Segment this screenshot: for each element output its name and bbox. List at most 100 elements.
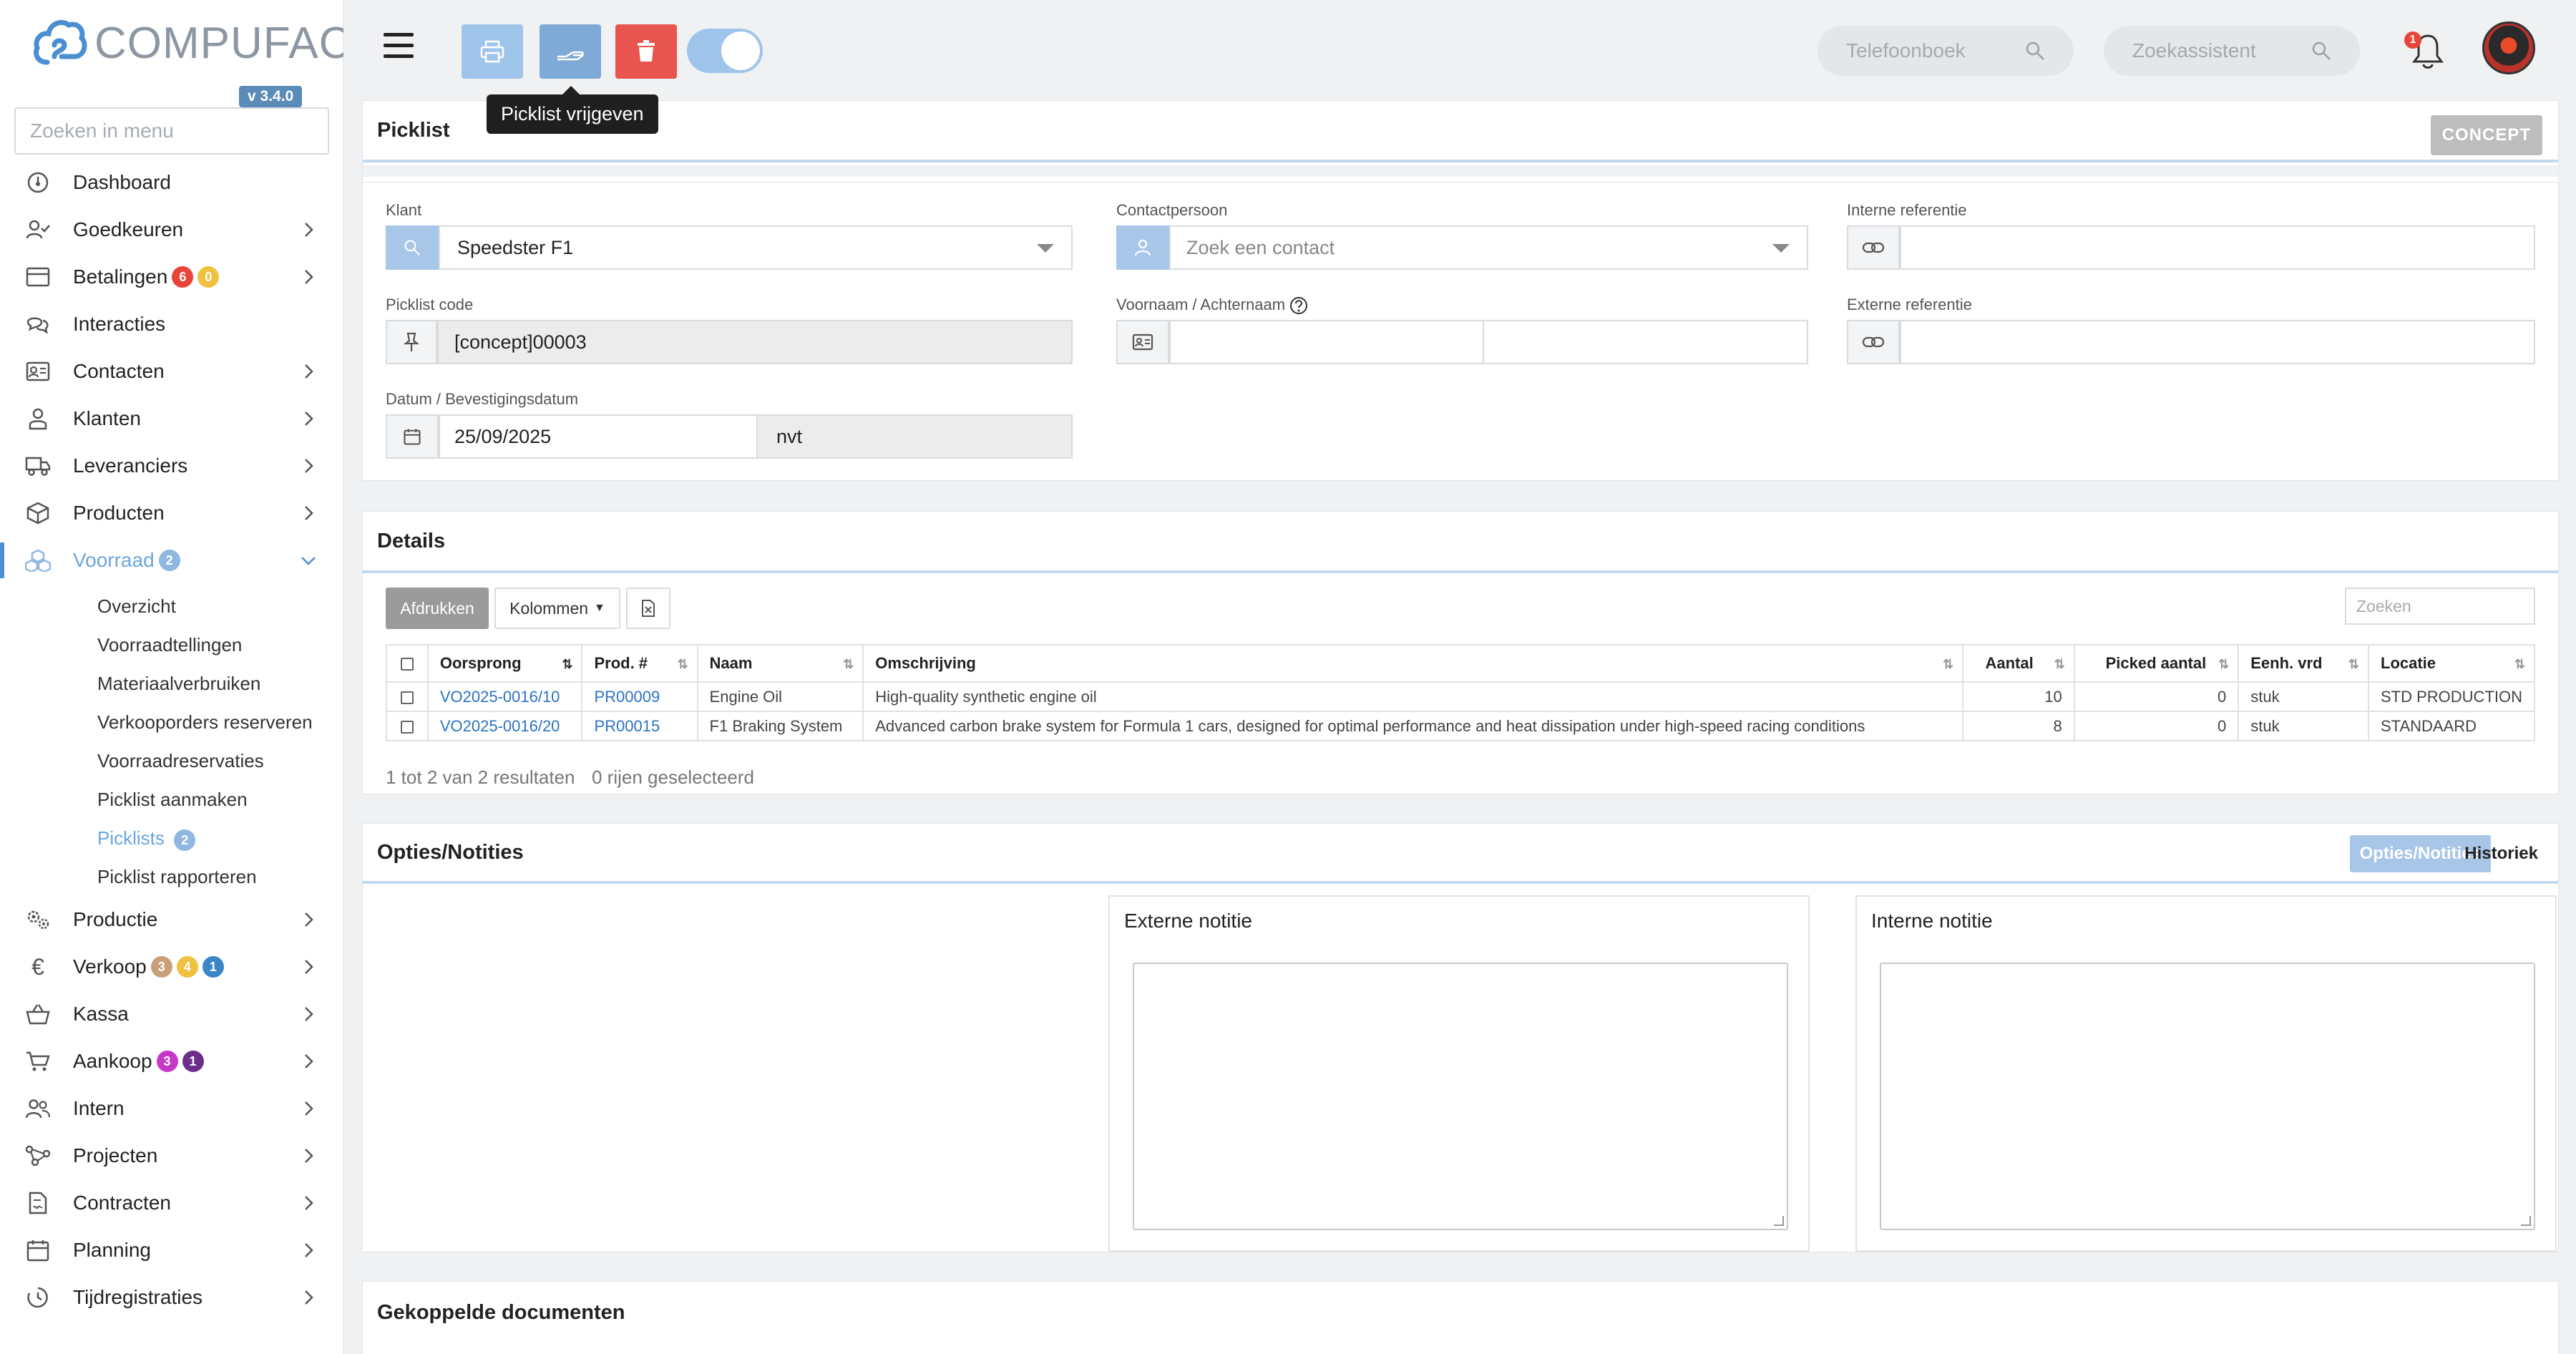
sidebar-item-kassa[interactable]: Kassa [0, 990, 343, 1038]
name-label: Voornaam / Achternaam [1116, 296, 1308, 315]
sidebar-item-projecten[interactable]: Projecten [0, 1132, 343, 1179]
sidebar-item-leveranciers[interactable]: Leveranciers [0, 442, 343, 490]
notification-badge: 1 [2404, 31, 2421, 49]
col-eenheid[interactable]: Eenh. vrd ⇅ [2238, 644, 2369, 683]
sidebar-item-dashboard[interactable]: Dashboard [0, 159, 343, 206]
sidebar-item-verkoop[interactable]: € Verkoop 3 4 1 [0, 943, 343, 990]
submenu-item-overzicht[interactable]: Overzicht [0, 587, 343, 625]
chevron-right-icon [305, 1196, 313, 1210]
contact-placeholder: Zoek een contact [1186, 236, 1335, 258]
picked-cell: 0 [2073, 711, 2240, 741]
date-value: 25/09/2025 [454, 425, 552, 447]
avatar[interactable] [2482, 21, 2535, 74]
row-checkbox[interactable] [400, 720, 414, 734]
chevron-right-icon [305, 411, 313, 426]
prod-link[interactable]: PR00015 [594, 717, 660, 735]
caret-down-icon: ▼ [594, 602, 605, 614]
columns-button[interactable]: Kolommen ▼ [494, 588, 620, 629]
submenu-item-materiaalverbruiken[interactable]: Materiaalverbruiken [0, 664, 343, 703]
col-picked[interactable]: Picked aantal ⇅ [2073, 644, 2240, 683]
mode-toggle[interactable] [687, 29, 763, 73]
col-locatie[interactable]: Locatie ⇅ [2368, 644, 2535, 683]
cart-icon [24, 1048, 52, 1075]
sidebar-item-interacties[interactable]: Interacties [0, 301, 343, 348]
date-input[interactable]: 25/09/2025 [439, 414, 758, 459]
calendar-icon [24, 1237, 52, 1264]
clock-icon [24, 1284, 52, 1311]
print-table-button[interactable]: Afdrukken [386, 588, 489, 629]
sidebar-item-producten[interactable]: Producten [0, 490, 343, 537]
prod-link[interactable]: PR00009 [594, 688, 660, 706]
menu-search-input[interactable] [14, 107, 329, 155]
internal-note-textarea[interactable] [1880, 963, 2535, 1230]
project-icon [24, 1142, 52, 1169]
sidebar-item-voorraad[interactable]: Voorraad 2 [0, 537, 343, 584]
origin-link[interactable]: VO2025-0016/20 [440, 717, 560, 735]
submenu-item-picklist-aanmaken[interactable]: Picklist aanmaken [0, 780, 343, 819]
contact-select[interactable]: Zoek een contact [1169, 225, 1808, 270]
hamburger-menu-icon[interactable] [384, 33, 414, 62]
col-label: Prod. # [594, 654, 648, 672]
first-name-input[interactable] [1169, 320, 1484, 364]
col-aantal[interactable]: Aantal ⇅ [1962, 644, 2075, 683]
row-select-cell [386, 681, 429, 712]
resize-handle[interactable] [2521, 1216, 2531, 1226]
link-addon [1847, 225, 1900, 270]
dashboard-icon [24, 169, 52, 196]
submenu-item-picklist-rapporteren[interactable]: Picklist rapporteren [0, 857, 343, 896]
picklist-code-value: [concept]00003 [454, 331, 587, 353]
count-badge: 4 [176, 956, 198, 978]
chevron-right-icon [305, 1101, 313, 1116]
basket-icon [24, 1000, 52, 1028]
export-excel-button[interactable] [626, 588, 670, 629]
external-note-textarea[interactable] [1133, 963, 1788, 1230]
sidebar-item-productie[interactable]: Productie [0, 896, 343, 943]
sidebar-item-intern[interactable]: Intern [0, 1085, 343, 1132]
app-logo[interactable]: COMPUFACT [33, 14, 379, 72]
row-checkbox[interactable] [400, 691, 414, 704]
delete-button[interactable] [615, 24, 677, 79]
col-omschrijving[interactable]: Omschrijving ⇅ [862, 644, 1964, 683]
table-row[interactable]: VO2025-0016/10 PR00009 Engine Oil High-q… [386, 681, 2535, 712]
user-check-icon [24, 216, 52, 243]
submenu-item-picklists[interactable]: Picklists 2 [0, 819, 343, 857]
int-ref-input[interactable] [1900, 225, 2535, 270]
count-badge: 0 [197, 266, 220, 288]
sidebar-item-aankoop[interactable]: Aankoop 3 1 [0, 1038, 343, 1085]
release-picklist-button[interactable] [540, 24, 601, 79]
sidebar-item-tijdregistraties[interactable]: Tijdregistraties [0, 1274, 343, 1321]
sidebar-item-contacten[interactable]: Contacten [0, 348, 343, 395]
resize-handle[interactable] [1774, 1216, 1784, 1226]
submenu-item-voorraadreservaties[interactable]: Voorraadreservaties [0, 741, 343, 780]
internal-note-panel: Interne notitie [1855, 895, 2557, 1252]
submenu-item-voorraadtellingen[interactable]: Voorraadtellingen [0, 625, 343, 664]
col-oorsprong[interactable]: Oorsprong ⇅ [426, 644, 583, 683]
last-name-input[interactable] [1483, 320, 1808, 364]
klant-label: Klant [386, 201, 422, 219]
sidebar-item-contracten[interactable]: Contracten [0, 1179, 343, 1227]
table-row[interactable]: VO2025-0016/20 PR00015 F1 Braking System… [386, 711, 2535, 741]
phonebook-search[interactable]: Telefoonboek [1818, 26, 2074, 76]
sidebar-item-label: Dashboard [73, 171, 171, 193]
help-icon[interactable] [1289, 296, 1308, 315]
col-prod[interactable]: Prod. # ⇅ [581, 644, 698, 683]
klant-select[interactable]: Speedster F1 [439, 225, 1073, 270]
print-button[interactable] [462, 24, 523, 79]
assistant-search[interactable]: Zoekassistent [2104, 26, 2360, 76]
origin-link[interactable]: VO2025-0016/10 [440, 688, 560, 706]
sidebar-item-planning[interactable]: Planning [0, 1227, 343, 1274]
ext-ref-input[interactable] [1900, 320, 2535, 364]
excel-file-icon [642, 600, 655, 617]
submenu-item-verkooporders-reserveren[interactable]: Verkooporders reserveren [0, 703, 343, 741]
select-all-checkbox[interactable] [400, 658, 414, 671]
sidebar-item-betalingen[interactable]: Betalingen 6 0 [0, 253, 343, 301]
sidebar-item-goedkeuren[interactable]: Goedkeuren [0, 206, 343, 253]
tab-history[interactable]: Historiek [2454, 835, 2548, 872]
sort-icon: ⇅ [1943, 657, 1954, 671]
phonebook-placeholder: Telefoonboek [1846, 39, 1966, 62]
table-search-input[interactable]: Zoeken [2345, 588, 2535, 625]
klant-search-addon[interactable] [386, 225, 439, 270]
sidebar-item-label: Verkoop [73, 955, 147, 978]
col-naam[interactable]: Naam ⇅ [696, 644, 864, 683]
sidebar-item-klanten[interactable]: Klanten [0, 395, 343, 442]
